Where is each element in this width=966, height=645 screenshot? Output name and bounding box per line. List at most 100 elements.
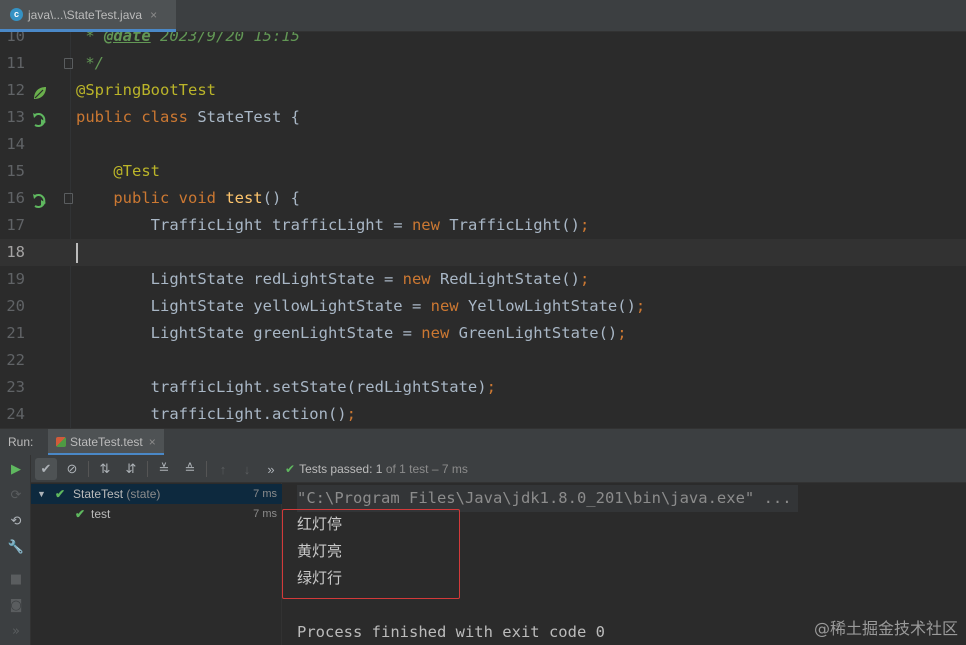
run-test-icon[interactable] <box>32 110 48 127</box>
run-test-icon[interactable] <box>32 191 48 208</box>
code-line[interactable]: 16 public void test() { <box>0 185 966 212</box>
more-actions-icon[interactable]: » <box>260 458 282 480</box>
settings-wrench-icon[interactable]: 🔧 <box>6 537 26 557</box>
toggle-autotest-icon[interactable]: ⟲ <box>6 511 26 531</box>
sort-by-duration-icon[interactable]: ⇵ <box>120 458 142 480</box>
close-tab-icon[interactable]: × <box>150 8 157 22</box>
passed-check-icon: ✔ <box>285 462 296 476</box>
line-number: 10 <box>6 32 25 45</box>
code-token: new <box>421 324 459 342</box>
code-line[interactable]: 24 trafficLight.action(); <box>0 401 966 428</box>
code-line[interactable]: 21 LightState greenLightState = new Gree… <box>0 320 966 347</box>
code-token: RedLightState() <box>439 270 580 288</box>
rerun-failed-icon[interactable]: ⟳ <box>6 485 26 505</box>
code-token: trafficLight.setState(redLightState) <box>76 378 487 396</box>
run-label: Run: <box>8 435 34 449</box>
code-text: * @date 2023/9/20 15:15 <box>76 32 300 50</box>
toolbar-divider <box>147 461 148 477</box>
code-token: YellowLightState() <box>467 297 636 315</box>
code-text: TrafficLight trafficLight = new TrafficL… <box>76 212 590 239</box>
editor-tab-bar: c java\...\StateTest.java × <box>0 0 966 32</box>
test-status: ✔ Tests passed: 1 of 1 test – 7 ms <box>285 462 468 476</box>
line-number: 14 <box>6 135 25 153</box>
next-failed-icon[interactable]: ↓ <box>236 458 258 480</box>
collapse-all-icon[interactable]: ≙ <box>179 458 201 480</box>
test-passed-icon: ✔ <box>55 487 66 501</box>
tree-row-test[interactable]: ✔ test 7 ms <box>31 504 282 524</box>
chevron-down-icon[interactable]: ▼ <box>37 484 46 504</box>
code-line[interactable]: 14 <box>0 131 966 158</box>
code-token: trafficLight.action() <box>76 405 347 423</box>
previous-failed-icon[interactable]: ↑ <box>212 458 234 480</box>
code-token: public class <box>76 108 198 126</box>
run-side-toolbar: ▶ ⟳ ⟲ 🔧 ■ ◙ » <box>0 455 31 645</box>
run-tab-label: StateTest.test <box>70 435 143 449</box>
code-text: LightState redLightState = new RedLightS… <box>76 266 590 293</box>
line-number: 13 <box>6 108 25 126</box>
camera-icon[interactable]: ◙ <box>6 595 26 615</box>
fold-marker-icon[interactable] <box>64 58 73 69</box>
code-token: new <box>402 270 440 288</box>
stop-icon[interactable]: ■ <box>6 569 26 589</box>
code-text: LightState yellowLightState = new Yellow… <box>76 293 646 320</box>
code-token: ; <box>579 216 590 234</box>
code-token: GreenLightState() <box>458 324 618 342</box>
more-icon[interactable]: » <box>6 621 26 641</box>
code-line[interactable]: 12 @SpringBootTest <box>0 77 966 104</box>
line-number: 11 <box>6 54 25 72</box>
show-passed-icon[interactable]: ✔ <box>35 458 57 480</box>
line-number: 21 <box>6 324 25 342</box>
tree-item-label: StateTest <box>73 487 124 501</box>
show-ignored-icon[interactable]: ⊘ <box>61 458 83 480</box>
code-token: () { <box>262 189 300 207</box>
code-line[interactable]: 13 public class StateTest { <box>0 104 966 131</box>
line-number: 24 <box>6 405 25 423</box>
tree-row-statetest[interactable]: ▼ ✔ StateTest (state) 7 ms <box>31 484 282 504</box>
code-token: LightState greenLightState = <box>76 324 422 342</box>
code-text: @Test <box>76 158 160 185</box>
code-token: @Test <box>113 162 160 180</box>
editor-tab-statetest[interactable]: c java\...\StateTest.java × <box>0 0 176 32</box>
code-line[interactable]: 10 * @date 2023/9/20 15:15 <box>0 32 966 50</box>
code-line[interactable]: 15 @Test <box>0 158 966 185</box>
code-line[interactable]: 18 <box>0 239 966 266</box>
code-text: LightState greenLightState = new GreenLi… <box>76 320 627 347</box>
fold-marker-icon[interactable] <box>64 193 73 204</box>
status-count: 1 <box>375 462 383 476</box>
code-line[interactable]: 17 TrafficLight trafficLight = new Traff… <box>0 212 966 239</box>
sort-alphabetically-icon[interactable]: ⇅ <box>94 458 116 480</box>
close-run-tab-icon[interactable]: × <box>149 435 156 449</box>
code-token: ; <box>579 270 590 288</box>
code-line[interactable]: 20 LightState yellowLightState = new Yel… <box>0 293 966 320</box>
code-editor[interactable]: 10 * @date 2023/9/20 15:15 11 */12 @Spring… <box>0 32 966 428</box>
code-token: LightState yellowLightState = <box>76 297 431 315</box>
status-prefix: Tests passed: <box>299 462 373 476</box>
code-token: @SpringBootTest <box>76 81 216 99</box>
code-token: @date <box>104 32 151 45</box>
code-text: public class StateTest { <box>76 104 300 131</box>
code-token: test <box>225 189 263 207</box>
test-passed-icon: ✔ <box>75 507 86 521</box>
expand-all-icon[interactable]: ≚ <box>153 458 175 480</box>
code-line[interactable]: 11 */ <box>0 50 966 77</box>
code-token: StateTest { <box>197 108 300 126</box>
line-number: 15 <box>6 162 25 180</box>
code-line[interactable]: 23 trafficLight.setState(redLightState); <box>0 374 966 401</box>
code-token: * <box>76 32 104 45</box>
leaf-icon[interactable] <box>32 83 48 99</box>
toolbar-divider <box>206 461 207 477</box>
editor-tab-label: java\...\StateTest.java <box>28 7 143 22</box>
code-token: TrafficLight trafficLight = <box>76 216 412 234</box>
run-tab-statetest[interactable]: StateTest.test × <box>48 429 164 456</box>
line-number: 17 <box>6 216 25 234</box>
code-token: ; <box>346 405 356 423</box>
code-line[interactable]: 22 <box>0 347 966 374</box>
line-number: 18 <box>6 243 25 261</box>
code-token: public void <box>113 189 226 207</box>
line-number: 19 <box>6 270 25 288</box>
rerun-icon[interactable]: ▶ <box>6 459 26 479</box>
tree-item-package: (state) <box>126 487 161 501</box>
text-cursor <box>76 243 78 263</box>
code-line[interactable]: 19 LightState redLightState = new RedLig… <box>0 266 966 293</box>
